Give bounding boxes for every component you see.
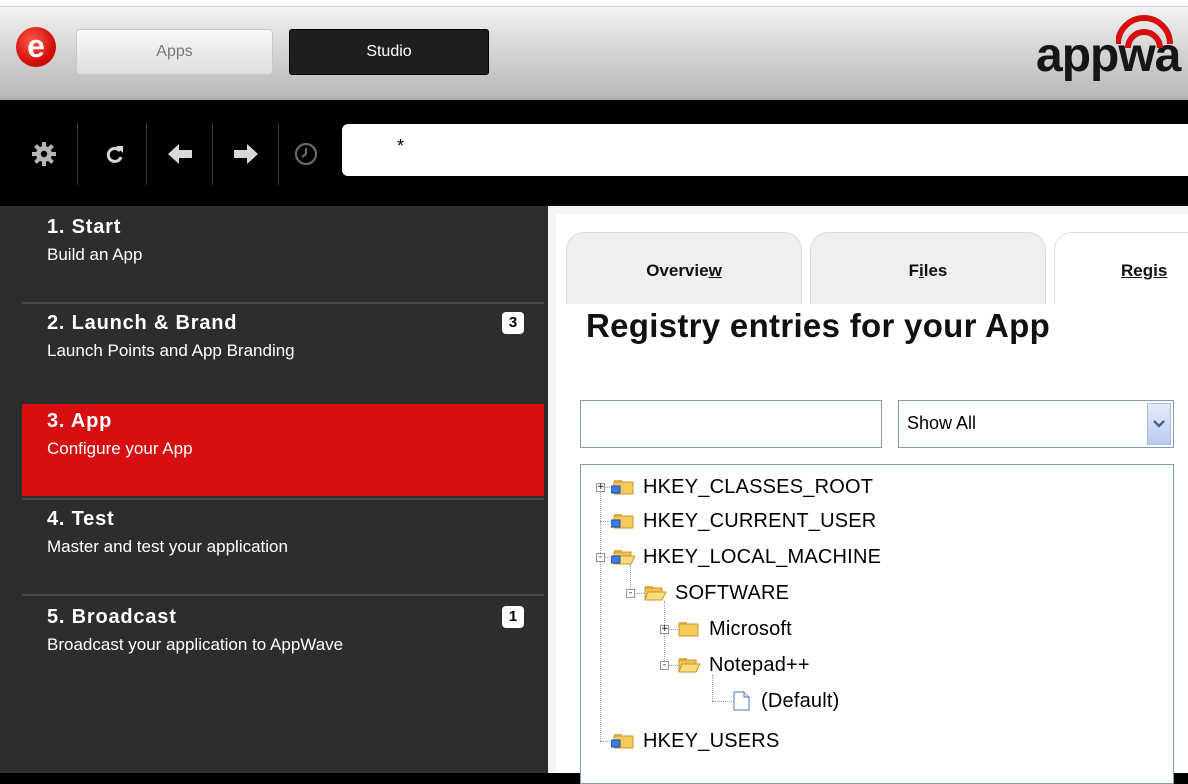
sidebar-item-subtitle: Configure your App bbox=[47, 439, 193, 458]
registry-tree[interactable]: + - - + - HKEY_CLASSES_ROOT HKEY_CURRENT… bbox=[580, 464, 1174, 784]
toolbar-separator bbox=[77, 123, 78, 185]
folder-icon bbox=[678, 622, 699, 637]
sidebar-item-app[interactable]: 3. App Configure your App bbox=[22, 404, 544, 496]
tree-node-label: SOFTWARE bbox=[675, 581, 790, 604]
tree-node[interactable]: Microsoft bbox=[677, 612, 792, 646]
forward-arrow-icon[interactable] bbox=[226, 123, 266, 185]
tab-registry[interactable]: Regis bbox=[1054, 232, 1188, 304]
sidebar-item-subtitle: Master and test your application bbox=[47, 537, 288, 556]
tree-node-label: HKEY_CURRENT_USER bbox=[643, 509, 877, 532]
tree-expander-plus[interactable]: + bbox=[596, 483, 605, 492]
logo-letter: e bbox=[27, 28, 45, 64]
tree-node-label: (Default) bbox=[761, 689, 840, 712]
sidebar-item-launch-brand[interactable]: 2. Launch & Brand Launch Points and App … bbox=[22, 306, 544, 402]
registry-folder-icon bbox=[611, 734, 634, 749]
sidebar: 1. Start Build an App 2. Launch & Brand … bbox=[0, 206, 548, 773]
registry-search-input[interactable] bbox=[580, 400, 882, 448]
tree-node-label: Notepad++ bbox=[709, 653, 810, 676]
registry-folder-icon bbox=[611, 480, 634, 495]
address-value: * bbox=[397, 136, 405, 156]
chevron-down-icon[interactable] bbox=[1147, 403, 1171, 445]
tree-node-label: HKEY_LOCAL_MACHINE bbox=[643, 545, 882, 568]
tab-files[interactable]: Files bbox=[810, 232, 1046, 304]
tree-node[interactable]: HKEY_CLASSES_ROOT bbox=[611, 470, 873, 504]
sidebar-item-title: 3. App bbox=[47, 410, 113, 432]
registry-folder-open-icon bbox=[611, 550, 635, 565]
tree-node[interactable]: HKEY_USERS bbox=[611, 724, 780, 758]
content-area: Overview Files Regis Registry entries fo… bbox=[556, 214, 1188, 784]
sidebar-item-title: 4. Test bbox=[47, 508, 115, 530]
sidebar-item-subtitle: Launch Points and App Branding bbox=[47, 341, 295, 360]
sidebar-item-title: 1. Start bbox=[47, 216, 122, 238]
back-arrow-icon[interactable] bbox=[160, 123, 200, 185]
tab-label-accesskey: w bbox=[708, 261, 722, 280]
tab-label: F bbox=[908, 261, 919, 280]
toolbar-separator bbox=[278, 123, 279, 185]
folder-open-icon bbox=[678, 658, 701, 673]
top-bar: e Apps Studio appwa bbox=[0, 0, 1188, 100]
registry-filter-select[interactable]: Show All bbox=[898, 400, 1174, 448]
sidebar-item-title: 2. Launch & Brand bbox=[47, 312, 238, 334]
tab-overview[interactable]: Overview bbox=[566, 232, 802, 304]
folder-open-icon bbox=[644, 586, 667, 601]
count-badge: 3 bbox=[502, 312, 524, 334]
sidebar-divider bbox=[22, 594, 544, 596]
tab-label: les bbox=[923, 261, 948, 280]
tree-expander-plus[interactable]: + bbox=[660, 625, 669, 634]
tree-node-label: HKEY_USERS bbox=[643, 729, 780, 752]
apps-tab[interactable]: Apps bbox=[76, 29, 273, 75]
tree-node[interactable]: SOFTWARE bbox=[643, 576, 789, 610]
select-value: Show All bbox=[907, 413, 977, 433]
tree-expander-minus[interactable]: - bbox=[626, 589, 635, 598]
tree-node[interactable]: (Default) bbox=[729, 684, 840, 718]
tree-node-label: Microsoft bbox=[709, 617, 792, 640]
refresh-icon[interactable] bbox=[100, 123, 130, 185]
sidebar-item-test[interactable]: 4. Test Master and test your application bbox=[22, 502, 544, 594]
app-logo[interactable]: e bbox=[16, 27, 56, 67]
tab-label: Regis bbox=[1121, 261, 1168, 280]
toolbar-separator bbox=[212, 123, 213, 185]
tree-line bbox=[600, 487, 601, 741]
tree-node[interactable]: HKEY_CURRENT_USER bbox=[611, 504, 876, 538]
tab-label: Overvie bbox=[646, 261, 709, 280]
count-badge: 1 bbox=[502, 606, 524, 628]
sidebar-item-start[interactable]: 1. Start Build an App bbox=[22, 210, 544, 302]
tree-expander-minus[interactable]: - bbox=[596, 553, 605, 562]
top-divider bbox=[0, 6, 1188, 7]
settings-gear-icon[interactable] bbox=[24, 123, 64, 185]
registry-folder-icon bbox=[611, 514, 634, 529]
tree-expander-minus[interactable]: - bbox=[660, 661, 669, 670]
sidebar-item-broadcast[interactable]: 5. Broadcast Broadcast your application … bbox=[22, 600, 544, 696]
history-clock-icon[interactable] bbox=[290, 123, 322, 185]
sidebar-item-subtitle: Broadcast your application to AppWave bbox=[47, 635, 344, 654]
sidebar-divider bbox=[22, 302, 544, 304]
main-panel: Overview Files Regis Registry entries fo… bbox=[548, 206, 1188, 784]
sidebar-divider bbox=[22, 498, 544, 500]
file-icon bbox=[733, 691, 750, 711]
sidebar-item-title: 5. Broadcast bbox=[47, 606, 177, 628]
studio-tab[interactable]: Studio bbox=[289, 29, 489, 75]
tree-node-label: HKEY_CLASSES_ROOT bbox=[643, 475, 874, 498]
sidebar-item-subtitle: Build an App bbox=[47, 245, 143, 264]
toolbar-separator bbox=[146, 123, 147, 185]
address-input[interactable]: * bbox=[342, 124, 1188, 176]
signal-icon bbox=[1116, 15, 1173, 49]
tree-node[interactable]: HKEY_LOCAL_MACHINE bbox=[611, 540, 881, 574]
tree-node[interactable]: Notepad++ bbox=[677, 648, 810, 682]
page-title: Registry entries for your App bbox=[586, 307, 1051, 344]
